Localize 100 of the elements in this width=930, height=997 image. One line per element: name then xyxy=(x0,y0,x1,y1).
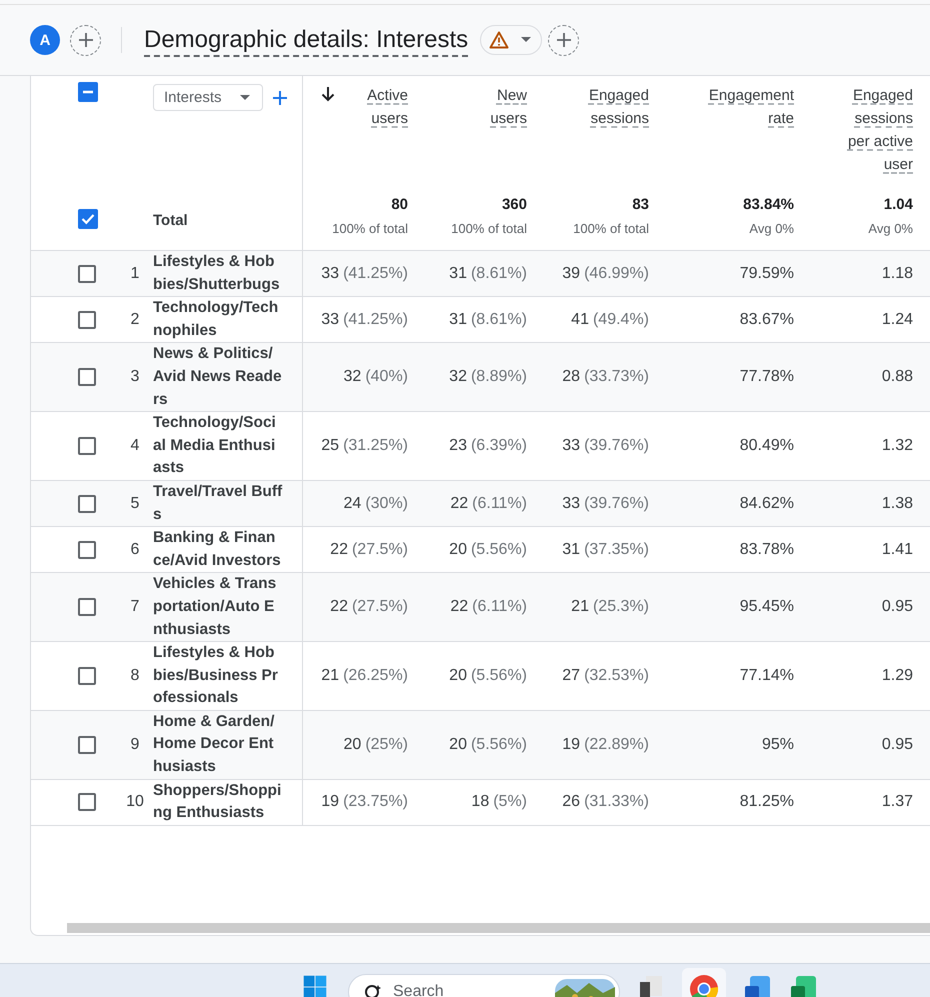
total-checkbox[interactable] xyxy=(78,209,98,229)
table-cell: 21 (26.25%) xyxy=(321,666,408,685)
table-cell: 33 (39.76%) xyxy=(562,494,649,513)
table-cell: 1.32 xyxy=(882,437,913,456)
table-cell: 26 (31.33%) xyxy=(562,793,649,812)
spreadsheet-app-icon[interactable] xyxy=(790,974,818,997)
warning-dropdown[interactable] xyxy=(480,25,542,55)
table-cell: 25 (31.25%) xyxy=(321,437,408,456)
row-checkbox[interactable] xyxy=(78,494,96,513)
table-cell: 1.29 xyxy=(882,666,913,685)
row-number: 1 xyxy=(130,264,140,283)
interest-name: Vehicles & Transportation/Auto Enthusiasts xyxy=(153,574,278,640)
row-number: 7 xyxy=(130,598,140,616)
column-header[interactable]: Engaged sessions xyxy=(582,84,649,130)
table-cell: 24 (30%) xyxy=(344,494,408,513)
column-header[interactable]: Engaged sessions per active user xyxy=(846,84,913,176)
total-note: Avg 0% xyxy=(868,221,913,236)
table-cell: 20 (25%) xyxy=(344,736,408,754)
table-cell: 77.78% xyxy=(740,368,794,386)
plus-icon xyxy=(78,32,94,48)
table-cell: 1.41 xyxy=(882,540,913,559)
row-number: 8 xyxy=(130,666,140,685)
total-value: 1.04 xyxy=(884,196,913,213)
total-label: Total xyxy=(153,210,188,228)
table-cell: 80.49% xyxy=(740,437,794,456)
interest-name: Shoppers/Shopping Enthusiasts xyxy=(153,780,282,824)
table-cell: 95.45% xyxy=(740,598,794,616)
table-cell: 32 (40%) xyxy=(344,368,408,386)
table-cell: 21 (25.3%) xyxy=(571,598,649,616)
table-cell: 23 (6.39%) xyxy=(449,437,527,456)
table-cell: 20 (5.56%) xyxy=(449,736,527,754)
row-checkbox[interactable] xyxy=(78,310,96,329)
interest-name: Lifestyles & Hobbies/Shutterbugs xyxy=(153,252,281,295)
total-value: 83 xyxy=(632,196,649,213)
column-header[interactable]: Active users xyxy=(341,84,408,130)
row-checkbox[interactable] xyxy=(78,437,96,456)
table-cell: 33 (41.25%) xyxy=(321,264,408,283)
row-number: 9 xyxy=(130,736,140,754)
total-note: Avg 0% xyxy=(749,221,794,236)
table-cell: 20 (5.56%) xyxy=(449,540,527,559)
table-cell: 33 (41.25%) xyxy=(321,310,408,329)
table-cell: 22 (6.11%) xyxy=(450,598,527,616)
row-checkbox[interactable] xyxy=(78,264,96,283)
dimension-dropdown[interactable]: Interests xyxy=(153,84,263,111)
row-checkbox[interactable] xyxy=(78,793,96,812)
row-checkbox[interactable] xyxy=(78,540,96,559)
document-app-icon[interactable] xyxy=(744,974,772,997)
interest-name: Home & Garden/Home Decor Enthusiasts xyxy=(153,712,276,778)
report-title[interactable]: Demographic details: Interests xyxy=(144,26,468,54)
horizontal-scrollbar[interactable] xyxy=(67,923,930,933)
table-cell: 31 (37.35%) xyxy=(562,540,649,559)
total-note: 100% of total xyxy=(573,221,649,236)
table-cell: 33 (39.76%) xyxy=(562,437,649,456)
interest-name: Banking & Finance/Avid Investors xyxy=(153,528,282,571)
table-cell: 20 (5.56%) xyxy=(449,666,527,685)
row-checkbox[interactable] xyxy=(78,598,96,616)
table-cell: 22 (27.5%) xyxy=(330,540,408,559)
table-cell: 83.78% xyxy=(740,540,794,559)
table-cell: 31 (8.61%) xyxy=(449,310,527,329)
total-note: 100% of total xyxy=(332,221,408,236)
select-all-checkbox[interactable] xyxy=(78,82,98,102)
row-checkbox[interactable] xyxy=(78,736,96,754)
column-header[interactable]: Engagement rate xyxy=(708,84,794,130)
table-cell: 19 (22.89%) xyxy=(562,736,649,754)
table-cell: 22 (27.5%) xyxy=(330,598,408,616)
interest-name: News & Politics/Avid News Readers xyxy=(153,344,283,410)
total-value: 83.84% xyxy=(743,196,794,213)
sort-down-arrow-icon[interactable] xyxy=(321,86,335,102)
row-checkbox[interactable] xyxy=(78,666,96,685)
browser-taskbar-button[interactable] xyxy=(682,968,726,997)
row-number: 2 xyxy=(130,310,140,329)
total-value: 360 xyxy=(502,196,527,213)
total-value: 80 xyxy=(391,196,408,213)
table-cell: 32 (8.89%) xyxy=(449,368,527,386)
table-cell: 79.59% xyxy=(740,264,794,283)
add-comparison-button[interactable] xyxy=(70,24,101,56)
table-cell: 27 (32.53%) xyxy=(562,666,649,685)
table-cell: 77.14% xyxy=(740,666,794,685)
taskbar-search-field[interactable]: Search xyxy=(348,974,620,997)
table-cell: 1.18 xyxy=(882,264,913,283)
avatar[interactable]: A xyxy=(30,25,60,55)
row-number: 6 xyxy=(130,540,140,559)
table-cell: 31 (8.61%) xyxy=(449,264,527,283)
table-cell: 81.25% xyxy=(740,793,794,812)
column-header[interactable]: New users xyxy=(460,84,527,130)
table-cell: 83.67% xyxy=(740,310,794,329)
interest-name: Lifestyles & Hobbies/Business Professionals xyxy=(153,643,279,708)
window-stack-icon[interactable] xyxy=(638,974,664,997)
row-checkbox[interactable] xyxy=(78,368,96,386)
row-number: 4 xyxy=(130,437,140,456)
table-cell: 0.88 xyxy=(882,368,913,386)
plus-icon xyxy=(556,32,572,48)
caret-icon xyxy=(240,94,250,100)
interest-name: Technology/Technophiles xyxy=(153,298,280,341)
table-cell: 95% xyxy=(762,736,794,754)
table-cell: 19 (23.75%) xyxy=(321,793,408,812)
add-dimension-icon[interactable] xyxy=(272,91,287,105)
add-button[interactable] xyxy=(548,24,580,56)
table-cell: 18 (5%) xyxy=(471,793,527,812)
search-icon xyxy=(363,982,383,997)
